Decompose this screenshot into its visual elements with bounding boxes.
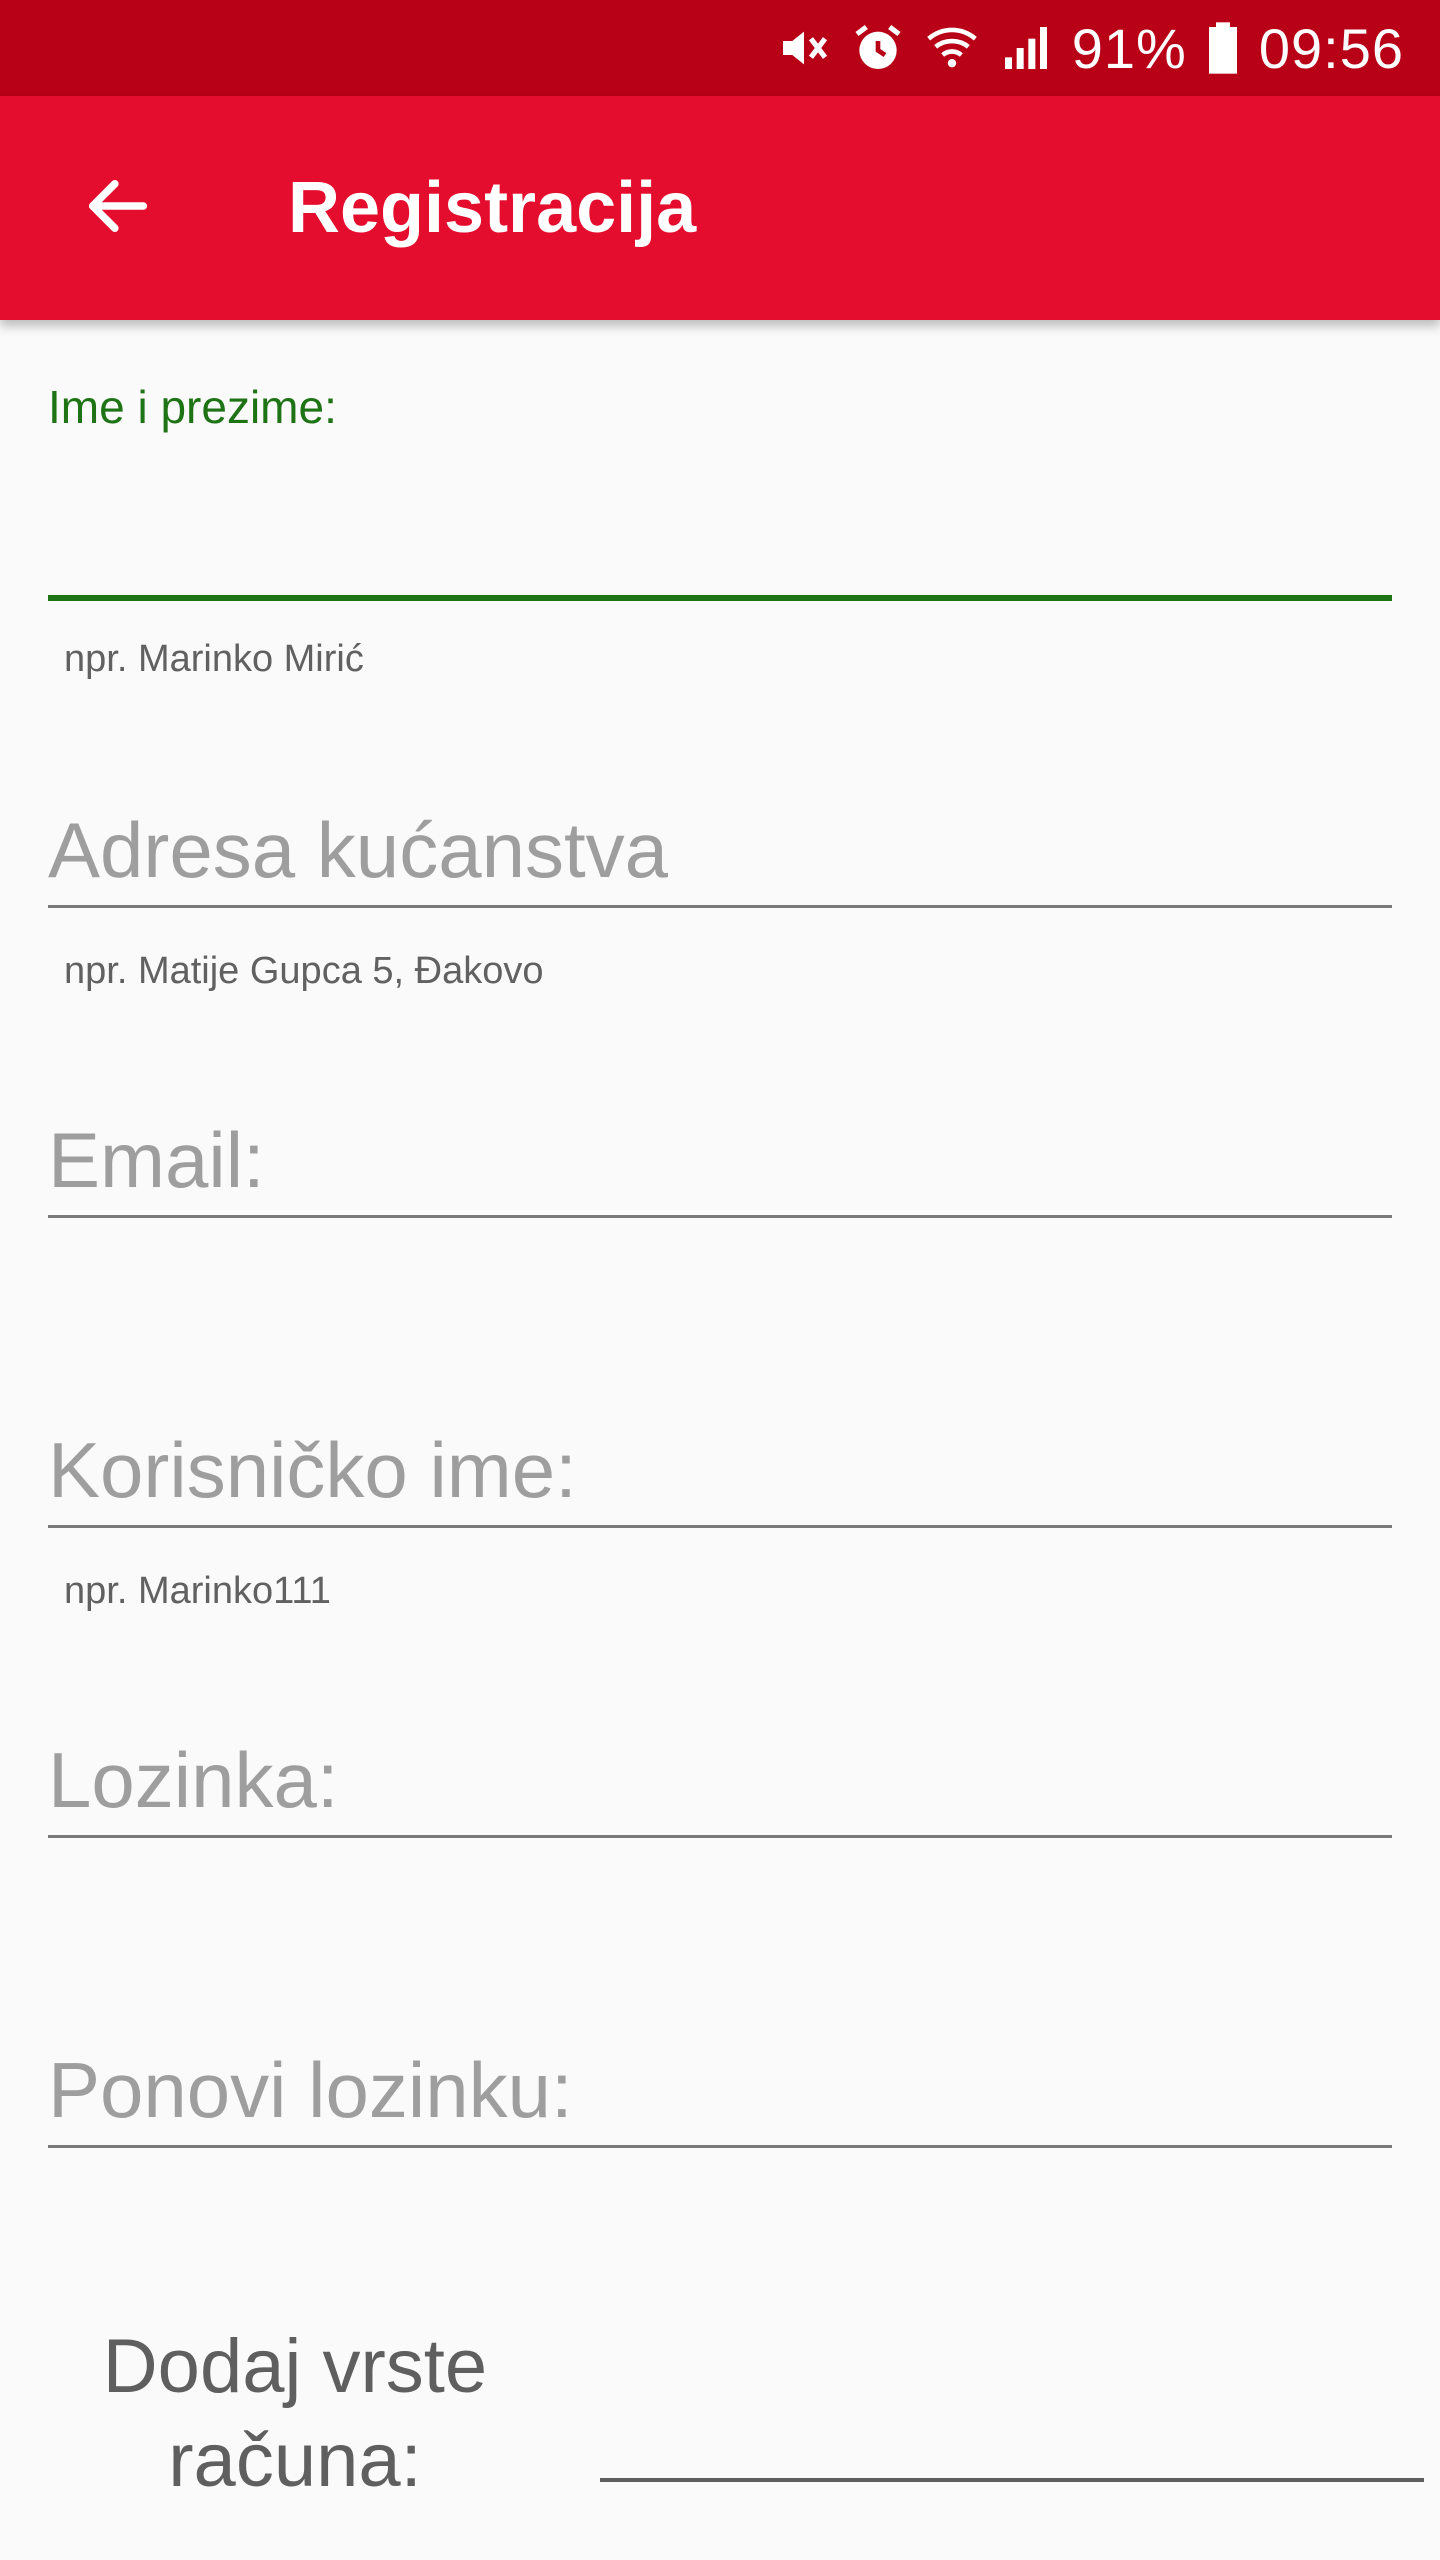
battery-percent: 91%: [1071, 16, 1187, 80]
full-name-input[interactable]: [48, 470, 1392, 570]
username-underline: [48, 1525, 1392, 1528]
back-button[interactable]: [58, 146, 178, 266]
repeat-password-input[interactable]: [48, 2040, 1392, 2140]
arrow-left-icon: [88, 180, 148, 232]
account-types-label-line2: računa:: [168, 2418, 422, 2503]
page-title: Registracija: [288, 168, 697, 248]
address-input[interactable]: [48, 800, 1392, 900]
repeat-password-field: [48, 2040, 1392, 2160]
email-underline: [48, 1215, 1392, 1218]
full-name-underline: [48, 595, 1392, 601]
username-field: npr. Marinko111: [48, 1420, 1392, 1620]
mute-icon: [776, 20, 832, 76]
account-types-label: Dodaj vrste računa:: [60, 2320, 530, 2508]
email-field: [48, 1110, 1392, 1230]
app-bar: Registracija: [0, 96, 1440, 320]
address-underline: [48, 905, 1392, 908]
repeat-password-underline: [48, 2145, 1392, 2148]
password-field: [48, 1730, 1392, 1850]
wifi-icon: [924, 20, 980, 76]
address-field: npr. Matije Gupca 5, Đakovo: [48, 800, 1392, 1000]
username-helper: npr. Marinko111: [64, 1570, 331, 1612]
username-input[interactable]: [48, 1420, 1392, 1520]
password-underline: [48, 1835, 1392, 1838]
address-helper: npr. Matije Gupca 5, Đakovo: [64, 950, 544, 992]
password-input[interactable]: [48, 1730, 1392, 1830]
account-types-spinner[interactable]: [600, 2478, 1424, 2482]
full-name-label: Ime i prezime:: [48, 381, 337, 433]
alarm-icon: [850, 20, 906, 76]
email-input[interactable]: [48, 1110, 1392, 1210]
full-name-field: Ime i prezime: npr. Marinko Mirić: [48, 380, 1392, 700]
account-types-label-line1: Dodaj vrste: [102, 2324, 488, 2409]
status-bar: 91% 09:56: [0, 0, 1440, 96]
status-time: 09:56: [1258, 16, 1404, 80]
full-name-helper: npr. Marinko Mirić: [64, 638, 364, 680]
signal-icon: [998, 20, 1054, 76]
battery-icon: [1205, 20, 1241, 76]
